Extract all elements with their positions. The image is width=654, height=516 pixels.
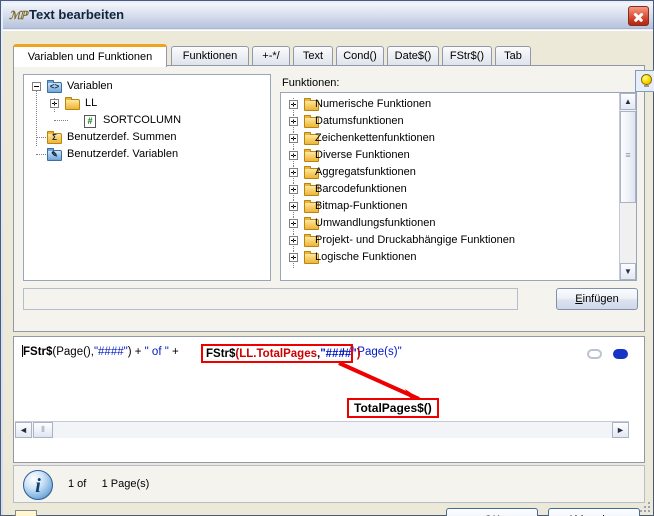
tab-date[interactable]: Date$()	[387, 46, 439, 65]
tab-funktionen[interactable]: Funktionen	[171, 46, 249, 65]
tree-item-label: Benutzerdef. Summen	[67, 131, 177, 143]
status-bar: 1 of 1 Page(s)	[13, 465, 645, 503]
function-category-label: Datumsfunktionen	[315, 115, 404, 127]
status-text: 1 of 1 Page(s)	[68, 478, 150, 490]
function-category-item[interactable]: Numerische Funktionen	[281, 96, 619, 113]
dialog-client: Variablen und Funktionen Funktionen +-*/Te…	[3, 30, 654, 516]
insert-label-rest: infügen	[582, 293, 619, 305]
scrollbar-thumb[interactable]	[620, 111, 636, 203]
highlighted-expression: FStr$(LL.TotalPages,"####")	[206, 347, 361, 361]
scroll-left-icon[interactable]: ◄	[15, 422, 32, 438]
annotation-callout: TotalPages$()	[347, 398, 439, 418]
function-category-label: Numerische Funktionen	[315, 98, 432, 110]
hscrollbar-thumb[interactable]: ⦀	[33, 422, 53, 438]
function-category-item[interactable]: Diverse Funktionen	[281, 147, 619, 164]
formula-token: "####"	[93, 346, 128, 358]
ok-button[interactable]: OK	[446, 508, 538, 516]
function-category-item[interactable]: Bitmap-Funktionen	[281, 198, 619, 215]
function-category-label: Umwandlungsfunktionen	[315, 217, 436, 229]
tab-page-variablen-und-funktionen: <> Variablen LL # SORTCOLUMN Σ Benutzerdef. Su…	[13, 65, 654, 332]
tree-connector	[293, 251, 294, 268]
text-edit-dialog: ℳℙ Text bearbeiten Variablen und Funktio…	[0, 0, 654, 516]
function-category-label: Diverse Funktionen	[315, 149, 410, 161]
highlight-close: )	[356, 348, 361, 360]
scroll-right-icon[interactable]: ►	[612, 422, 629, 438]
tree-connector	[36, 154, 46, 155]
function-category-label: Barcodefunktionen	[315, 183, 407, 195]
function-category-item[interactable]: Projekt- und Druckabhängige Funktionen	[281, 232, 619, 249]
highlight-variable: LL.TotalPages	[239, 348, 317, 360]
editor-icon-group	[585, 347, 635, 363]
function-category-label: Logische Funktionen	[315, 251, 417, 263]
folder-variables-icon: <>	[47, 80, 63, 94]
help-button[interactable]	[15, 510, 37, 516]
highlight-format: "####"	[320, 348, 357, 360]
highlight-fn: FStr$	[206, 348, 236, 360]
tree-connector	[54, 120, 68, 121]
function-category-item[interactable]: Logische Funktionen	[281, 249, 619, 266]
scroll-down-icon[interactable]: ▼	[620, 263, 636, 280]
function-category-label: Bitmap-Funktionen	[315, 200, 408, 212]
close-icon[interactable]	[628, 6, 649, 26]
designer-icon: ℳℙ	[9, 10, 27, 22]
formula-horizontal-scrollbar[interactable]: ◄ ⦀ ►	[15, 421, 629, 438]
folder-sum-icon: Σ	[47, 131, 63, 145]
bulb-shape	[641, 74, 652, 87]
function-category-item[interactable]: Barcodefunktionen	[281, 181, 619, 198]
tree-item-label: LL	[85, 97, 98, 109]
formula-token: (Page(),	[52, 346, 94, 358]
function-category-item[interactable]: Aggregatsfunktionen	[281, 164, 619, 181]
tree-item[interactable]: LL	[24, 95, 270, 112]
info-icon	[23, 470, 53, 500]
tab-fstr[interactable]: FStr$()	[442, 46, 492, 65]
wrap-text-icon[interactable]	[585, 347, 605, 361]
formula-token: +	[168, 346, 182, 358]
cancel-button[interactable]: Abbrechen	[548, 508, 640, 516]
variables-tree: <> Variablen LL # SORTCOLUMN Σ Benutzerdef. Su…	[24, 78, 270, 163]
function-category-item[interactable]: Datumsfunktionen	[281, 113, 619, 130]
tab-[interactable]: +-*/	[252, 46, 290, 65]
tree-connector	[54, 98, 55, 112]
function-category-label: Zeichenkettenfunktionen	[315, 132, 435, 144]
formula-token: +	[131, 346, 145, 358]
tree-item[interactable]: ✎ Benutzerdef. Variablen	[24, 146, 270, 163]
formula-token: " of "	[144, 346, 169, 358]
tab-cond[interactable]: Cond()	[336, 46, 384, 65]
tree-connector	[36, 137, 46, 138]
folder-uservar-icon: ✎	[47, 148, 63, 162]
functions-list-panel[interactable]: Numerische Funktionen Datumsfunktionen Zei…	[280, 92, 637, 281]
wrap-pill	[587, 349, 602, 359]
tree-item-label: Benutzerdef. Variablen	[67, 148, 179, 160]
expression-preview-strip	[23, 288, 518, 310]
number-field-icon: #	[83, 114, 99, 128]
formula-token: FStr$	[23, 346, 53, 358]
tree-item[interactable]: <> Variablen	[24, 78, 270, 95]
tree-item-label: SORTCOLUMN	[103, 114, 182, 126]
function-category-label: Projekt- und Druckabhängige Funktionen	[315, 234, 515, 246]
toggle-pill	[613, 349, 628, 359]
resize-grip[interactable]	[638, 500, 650, 512]
toggle-view-icon[interactable]	[611, 347, 631, 361]
title-bar: ℳℙ Text bearbeiten	[3, 3, 653, 29]
dialog-window: ℳℙ Text bearbeiten Variablen und Funktio…	[0, 0, 654, 516]
tab-strip: Variablen und Funktionen Funktionen +-*/Te…	[13, 44, 645, 67]
function-category-item[interactable]: Umwandlungsfunktionen	[281, 215, 619, 232]
tree-item-label: Variablen	[67, 80, 113, 92]
tab-variablen-und-funktionen[interactable]: Variablen und Funktionen	[13, 44, 167, 67]
tab-tab[interactable]: Tab	[495, 46, 531, 65]
insert-button[interactable]: Einfügen	[556, 288, 638, 310]
hint-bulb-icon[interactable]	[635, 70, 654, 92]
scroll-up-icon[interactable]: ▲	[620, 93, 636, 110]
functions-label: Funktionen:	[282, 77, 340, 89]
function-category-item[interactable]: Zeichenkettenfunktionen	[281, 130, 619, 147]
functions-list: Numerische Funktionen Datumsfunktionen Zei…	[281, 96, 619, 268]
insert-accesskey: E	[575, 293, 583, 305]
functions-vertical-scrollbar[interactable]: ▲ ▼	[619, 93, 636, 280]
tab-text[interactable]: Text	[293, 46, 333, 65]
window-title: Text bearbeiten	[29, 7, 125, 22]
function-category-label: Aggregatsfunktionen	[315, 166, 416, 178]
folder-icon	[65, 97, 81, 111]
variables-tree-panel[interactable]: <> Variablen LL # SORTCOLUMN Σ Benutzerdef. Su…	[23, 74, 271, 281]
tree-item[interactable]: Σ Benutzerdef. Summen	[24, 129, 270, 146]
